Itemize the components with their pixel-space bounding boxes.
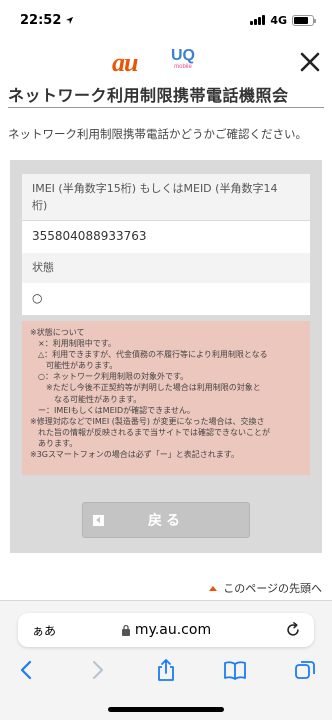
share-icon[interactable] (153, 657, 179, 683)
reload-icon[interactable] (284, 621, 302, 639)
status-label: 状態 (22, 253, 310, 283)
browser-bar: my.au.com ぁあ (0, 600, 332, 720)
lock-icon (121, 624, 130, 636)
location-arrow-icon (66, 16, 74, 24)
close-icon[interactable] (298, 50, 322, 74)
note-line: ※状態について (30, 328, 85, 337)
result-panel: IMEI (半角数字15桁) もしくはMEID (半角数字14 桁) 35580… (10, 160, 322, 553)
uq-logo-subtext: mobile (174, 64, 192, 70)
back-button-label: 戻る (148, 513, 184, 529)
status-notes: ※状態について ×：利用制限中です。 △：利用できますが、代金債務の不履行等によ… (22, 321, 310, 475)
imei-label-line1: IMEI (半角数字15桁) もしくはMEID (半角数字14 (32, 182, 278, 195)
imei-label-line2: 桁) (32, 199, 48, 212)
note-line: あります。 (30, 438, 78, 448)
note-line: ー：IMEIもしくはMEIDが確認できません。 (30, 405, 195, 415)
status-time: 22:52 (20, 12, 62, 28)
bookmarks-icon[interactable] (222, 657, 248, 683)
text-size-button[interactable]: ぁあ (32, 622, 56, 639)
uq-logo-text: UQ (171, 47, 195, 64)
browser-toolbar (0, 657, 332, 687)
back-button[interactable]: 戻る (82, 502, 250, 538)
cellular-signal-icon (250, 15, 266, 25)
intro-text: ネットワーク利用制限携帯電話かどうかご確認ください。 (8, 127, 307, 141)
back-arrow-icon (93, 515, 104, 526)
home-indicator (108, 707, 224, 712)
uq-mobile-logo[interactable]: UQ mobile (170, 48, 196, 71)
au-logo[interactable]: au (112, 48, 138, 78)
note-line: なる可能性があります。 (30, 394, 142, 404)
note-line: ※3Gスマートフォンの場合は必ず「ー」と表記されます。 (30, 450, 239, 460)
status-value: ○ (22, 283, 310, 315)
battery-icon (292, 14, 316, 26)
imei-label: IMEI (半角数字15桁) もしくはMEID (半角数字14 桁) (22, 174, 310, 220)
triangle-up-icon (209, 585, 218, 591)
note-line: 可能性があります。 (30, 361, 118, 371)
url-text: my.au.com (134, 622, 212, 638)
url-display: my.au.com (18, 622, 314, 638)
note-line: ※修理対応などでIMEI (製造番号) が変更になった場合は、交換さ (30, 416, 265, 426)
address-bar[interactable]: my.au.com ぁあ (18, 613, 314, 647)
page-top-link-label: このページの先頭へ (223, 582, 322, 595)
page-top-link[interactable]: このページの先頭へ (209, 580, 322, 596)
forward-nav-icon[interactable] (84, 657, 110, 683)
status-bar: 22:52 4G (0, 0, 332, 40)
page-title: ネットワーク利用制限携帯電話機照会 (8, 80, 324, 108)
brand-header: au UQ mobile (0, 44, 332, 80)
note-line: △：利用できますが、代金債務の不履行等により利用制限となる (30, 350, 268, 360)
network-type: 4G (270, 13, 287, 27)
tabs-icon[interactable] (292, 657, 318, 683)
back-nav-icon[interactable] (14, 657, 40, 683)
note-line: ○：ネットワーク利用制限の対象外です。 (30, 372, 189, 382)
note-line: れた旨の情報が反映されるまで当サイトでは確認できないことが (30, 427, 270, 437)
note-line: ×：利用制限中です。 (30, 339, 116, 349)
note-line: ※ただし今後不正契約等が判明した場合は利用制限の対象と (30, 383, 261, 393)
imei-value: 355804088933763 (22, 221, 310, 253)
